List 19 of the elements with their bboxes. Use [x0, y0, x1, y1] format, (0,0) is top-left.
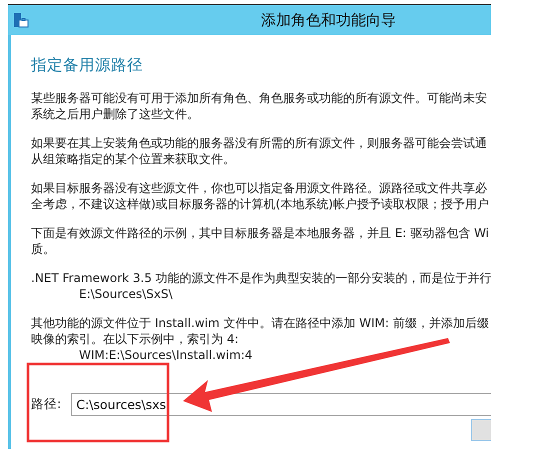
path-field[interactable]: C:\sources\sxs	[71, 393, 491, 416]
example-path: E:\Sources\SxS\	[78, 286, 174, 302]
description-text: 如果要在其上安装角色或功能的服务器没有所需的所有源文件，则服务器可能会尝试通	[31, 135, 488, 151]
description-text: 其他功能的源文件位于 Install.wim 文件中。请在路径中添加 WIM: 前缀，并添加后缀	[31, 315, 490, 331]
page-heading: 指定备用源路径	[31, 55, 144, 76]
description-text: 全考虑，不建议这样做)或目标服务器的计算机(本地系统)帐户授予读取权限；授予用户	[31, 196, 490, 212]
dialog-button[interactable]	[471, 419, 491, 441]
description-text: 映像的索引。在以下示例中，索引为 4:	[31, 331, 240, 347]
description-text: .NET Framework 3.5 功能的源文件不是作为典型安装的一部分安装的，而是位于并行	[31, 270, 491, 286]
server-briefcase-icon	[13, 12, 29, 28]
description-text: 质。	[31, 241, 56, 257]
description-text: 如果目标服务器没有这些源文件，你也可以指定备用源文件路径。源路径或文件共享必	[31, 180, 488, 196]
description-text: 系统之后用户删除了这些文件。	[31, 106, 200, 122]
example-path: WIM:E:\Sources\Install.wim:4	[78, 347, 254, 363]
description-text: 某些服务器可能没有可用于添加所有角色、角色服务或功能的所有源文件。可能尚未安	[31, 90, 488, 106]
description-text: 从组策略指定的某个位置来获取文件。	[31, 151, 236, 167]
description-text: 下面是有效源文件路径的示例，其中目标服务器是本地服务器，并且 E: 驱动器包含 Wi	[31, 225, 490, 241]
path-label: 路径:	[31, 396, 62, 413]
window-title: 添加角色和功能向导	[261, 10, 396, 30]
